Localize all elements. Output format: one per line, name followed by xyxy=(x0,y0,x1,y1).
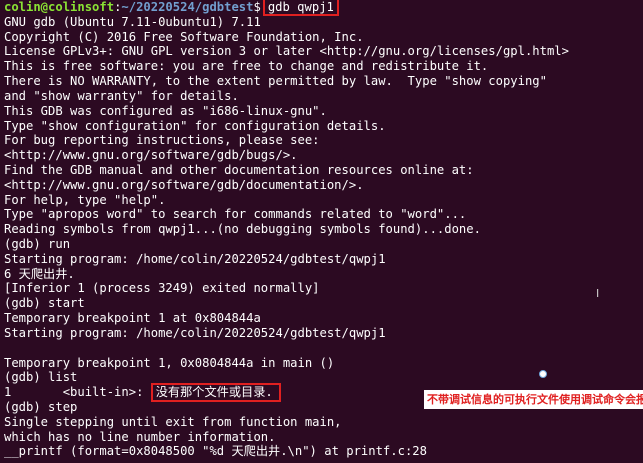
output-line: For help, type "help". xyxy=(4,192,166,207)
output-line: This is free software: you are free to c… xyxy=(4,59,489,74)
output-line: Reading symbols from qwpj1...(no debuggi… xyxy=(4,222,481,237)
output-line: There is NO WARRANTY, to the extent perm… xyxy=(4,74,547,89)
prompt-line: colin@colinsoft:~/20220524/gdbtest$ gdb q… xyxy=(4,0,643,16)
output-line: For bug reporting instructions, please s… xyxy=(4,133,320,148)
output-line: GNU gdb (Ubuntu 7.11-0ubuntu1) 7.11 xyxy=(4,14,261,29)
list-line-prefix: 1 <built-in>: xyxy=(4,385,151,400)
annotation-label: 不带调试信息的可执行文件使用调试命令会报错 xyxy=(424,390,643,409)
highlighted-error: 没有那个文件或目录. xyxy=(150,383,281,403)
output-line: which has no line number information. xyxy=(4,429,276,444)
output-line: <http://www.gnu.org/software/gdb/bugs/>. xyxy=(4,148,298,163)
output-line: Copyright (C) 2016 Free Software Foundat… xyxy=(4,29,364,44)
highlighted-command: gdb qwpj1 xyxy=(262,0,339,16)
output-line: Temporary breakpoint 1, 0x0804844a in ma… xyxy=(4,355,335,370)
output-line: Starting program: /home/colin/20220524/g… xyxy=(4,325,386,340)
output-line: Type "apropos word" to search for comman… xyxy=(4,207,467,222)
output-line: Type "show configuration" for configurat… xyxy=(4,118,386,133)
output-line: [Inferior 1 (process 3249) exited normal… xyxy=(4,281,320,296)
terminal-window[interactable]: colin@colinsoft:~/20220524/gdbtest$ gdb q… xyxy=(0,0,643,463)
output-line: (gdb) list xyxy=(4,370,78,385)
text-cursor-icon: I xyxy=(596,287,600,300)
output-line: Single stepping until exit from function… xyxy=(4,414,342,429)
output-line: <http://www.gnu.org/software/gdb/documen… xyxy=(4,177,364,192)
prompt-dollar: $ xyxy=(253,0,261,14)
output-line: (gdb) start xyxy=(4,296,85,311)
output-line: __printf (format=0x8048500 "%d 天爬出井.\n")… xyxy=(4,444,427,459)
output-line: Starting program: /home/colin/20220524/g… xyxy=(4,251,386,266)
output-line: Temporary breakpoint 1 at 0x804844a xyxy=(4,311,261,326)
prompt-user-host: colin@colinsoft xyxy=(4,0,115,14)
output-line: 6 天爬出井. xyxy=(4,266,75,281)
prompt-path: ~/20220524/gdbtest xyxy=(121,0,254,14)
output-line: This GDB was configured as "i686-linux-g… xyxy=(4,103,327,118)
output-line: License GPLv3+: GNU GPL version 3 or lat… xyxy=(4,44,569,59)
output-line: (gdb) run xyxy=(4,237,71,251)
mouse-pointer-icon xyxy=(539,370,547,378)
output-line: and "show warranty" for details. xyxy=(4,88,239,103)
output-line: Find the GDB manual and other documentat… xyxy=(4,162,474,177)
